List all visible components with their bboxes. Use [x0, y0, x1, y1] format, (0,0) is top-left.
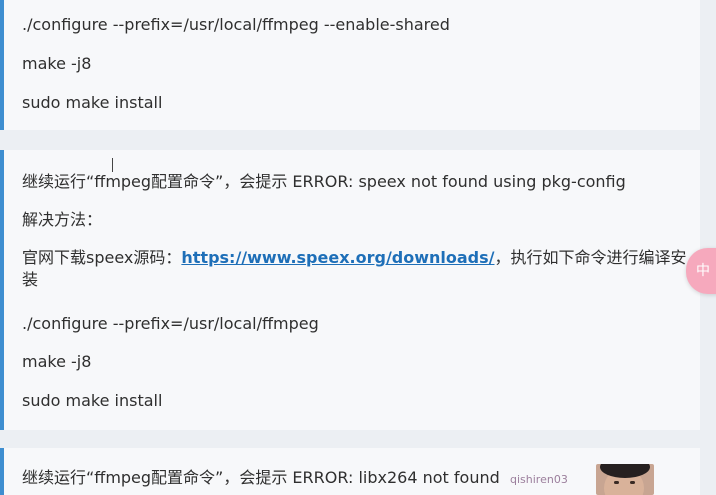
command-configure-ffmpeg: ./configure --prefix=/usr/local/ffmpeg -…	[22, 15, 450, 34]
webcam-eye-right	[630, 481, 635, 484]
command-configure-speex: ./configure --prefix=/usr/local/ffmpeg	[22, 314, 319, 333]
speex-error-text: 继续运行“ffmpeg配置命令”，会提示 ERROR: speex not fo…	[22, 172, 626, 191]
download-prefix: 官网下载speex源码：	[22, 248, 182, 267]
code-block-ffmpeg-install: ./configure --prefix=/usr/local/ffmpeg -…	[0, 0, 700, 130]
command-make: make -j8	[22, 54, 92, 73]
speex-download-link[interactable]: https://www.speex.org/downloads/	[181, 248, 494, 267]
section-speex-error: 继续运行“ffmpeg配置命令”，会提示 ERROR: speex not fo…	[0, 150, 700, 430]
command-make-install-speex: sudo make install	[22, 391, 163, 410]
webcam-thumbnail	[596, 464, 654, 495]
watermark-username: qishiren03	[510, 473, 568, 486]
command-make-speex: make -j8	[22, 352, 92, 371]
section-libx264-error: 继续运行“ffmpeg配置命令”，会提示 ERROR: libx264 not …	[0, 448, 700, 495]
text-cursor	[112, 158, 113, 172]
download-instruction: 官网下载speex源码：https://www.speex.org/downlo…	[22, 247, 698, 291]
solution-label: 解决方法：	[22, 210, 103, 229]
command-make-install: sudo make install	[22, 93, 163, 112]
webcam-eye-left	[614, 481, 619, 484]
article-page: ./configure --prefix=/usr/local/ffmpeg -…	[0, 0, 716, 495]
libx264-error-text: 继续运行“ffmpeg配置命令”，会提示 ERROR: libx264 not …	[22, 468, 500, 487]
